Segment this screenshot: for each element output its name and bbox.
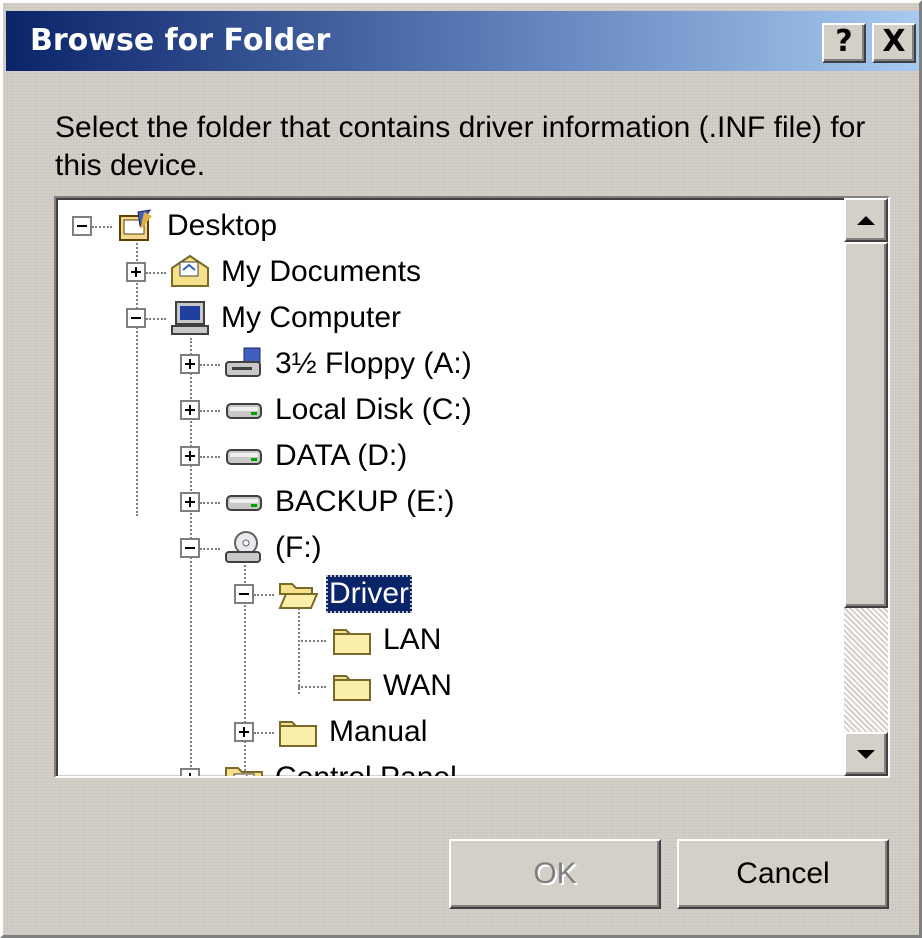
browse-for-folder-dialog: Browse for Folder ? X Select the folder …	[0, 0, 922, 938]
expand-control-panel-toggle[interactable]	[180, 768, 200, 776]
folder-icon	[278, 714, 318, 750]
collapse-driver-toggle[interactable]	[234, 584, 254, 604]
hard-disk-icon	[224, 484, 264, 520]
tree-connector	[298, 686, 326, 688]
expand-floppy-toggle[interactable]	[180, 354, 200, 374]
desktop-icon	[119, 209, 152, 241]
help-button[interactable]: ?	[822, 23, 866, 63]
tree-node-backup-drive[interactable]: BACKUP (E:)	[224, 482, 458, 522]
ok-button[interactable]: OK	[449, 839, 661, 909]
cancel-button[interactable]: Cancel	[677, 839, 889, 909]
tree-label-floppy: 3½ Floppy (A:)	[275, 347, 472, 380]
tree-node-lan[interactable]: LAN	[332, 620, 444, 660]
scroll-up-button[interactable]	[844, 198, 888, 242]
expand-manual-toggle[interactable]	[234, 722, 254, 742]
expand-local-disk-toggle[interactable]	[180, 400, 200, 420]
tree-node-my-computer[interactable]: My Computer	[170, 298, 404, 338]
title-bar[interactable]: Browse for Folder ? X	[6, 11, 919, 71]
close-button[interactable]: X	[872, 23, 916, 63]
tree-node-floppy[interactable]: 3½ Floppy (A:)	[224, 344, 475, 384]
collapse-cd-drive-toggle[interactable]	[180, 538, 200, 558]
vertical-scrollbar[interactable]	[844, 198, 888, 776]
folder-tree: Desktop My Documents My Computer 3½ Flop…	[56, 198, 844, 776]
folder-icon	[332, 668, 372, 704]
computer-icon	[171, 301, 209, 335]
open-folder-icon	[278, 576, 318, 612]
collapse-my-computer-toggle[interactable]	[126, 308, 146, 328]
tree-connector	[92, 226, 112, 228]
expand-data-drive-toggle[interactable]	[180, 446, 200, 466]
tree-label-control-panel: Control Panel	[272, 759, 460, 776]
control-panel-icon	[225, 767, 263, 776]
arrow-down-icon	[857, 749, 875, 759]
tree-node-cd-drive[interactable]: (F:)	[224, 528, 325, 568]
dialog-title: Browse for Folder	[30, 23, 331, 58]
tree-connector	[200, 548, 220, 550]
tree-connector	[146, 318, 166, 320]
tree-connector	[254, 732, 274, 734]
tree-node-manual[interactable]: Manual	[278, 712, 430, 752]
expand-my-documents-toggle[interactable]	[126, 262, 146, 282]
scrollbar-thumb[interactable]	[844, 242, 888, 608]
expand-backup-drive-toggle[interactable]	[180, 492, 200, 512]
tree-connector	[200, 502, 220, 504]
tree-node-data-drive[interactable]: DATA (D:)	[224, 436, 410, 476]
tree-label-driver: Driver	[326, 575, 412, 613]
tree-connector	[200, 410, 220, 412]
tree-connector	[254, 594, 274, 596]
instruction-text: Select the folder that contains driver i…	[55, 111, 866, 182]
tree-label-wan: WAN	[383, 669, 452, 702]
tree-label-desktop: Desktop	[167, 209, 278, 242]
tree-label-lan: LAN	[383, 623, 442, 656]
cd-drive-icon	[225, 531, 261, 563]
tree-node-driver[interactable]: Driver	[278, 574, 412, 614]
hard-disk-icon	[224, 438, 264, 474]
tree-node-control-panel[interactable]: Control Panel	[224, 758, 460, 776]
tree-label-manual: Manual	[329, 715, 428, 748]
tree-node-desktop[interactable]: Desktop	[116, 206, 280, 246]
tree-label-cd-drive: (F:)	[275, 531, 322, 564]
collapse-desktop-toggle[interactable]	[72, 216, 92, 236]
tree-node-my-documents[interactable]: My Documents	[170, 252, 424, 292]
floppy-drive-icon	[225, 347, 261, 377]
tree-node-wan[interactable]: WAN	[332, 666, 455, 706]
tree-label-my-computer: My Computer	[221, 301, 402, 334]
my-documents-folder-icon	[171, 254, 209, 287]
tree-connector	[146, 272, 166, 274]
tree-label-my-documents: My Documents	[221, 255, 422, 288]
tree-connector	[200, 364, 220, 366]
arrow-up-icon	[857, 215, 875, 225]
tree-node-local-disk[interactable]: Local Disk (C:)	[224, 390, 475, 430]
hard-disk-icon	[224, 392, 264, 428]
folder-tree-view[interactable]: Desktop My Documents My Computer 3½ Flop…	[54, 196, 890, 778]
tree-label-local-disk: Local Disk (C:)	[275, 393, 472, 426]
tree-label-backup-drive: BACKUP (E:)	[275, 485, 455, 518]
tree-label-data-drive: DATA (D:)	[275, 439, 408, 472]
scroll-down-button[interactable]	[844, 732, 888, 776]
tree-connector	[200, 456, 220, 458]
tree-connector	[298, 640, 326, 642]
folder-icon	[332, 622, 372, 658]
tree-connector	[298, 604, 300, 694]
